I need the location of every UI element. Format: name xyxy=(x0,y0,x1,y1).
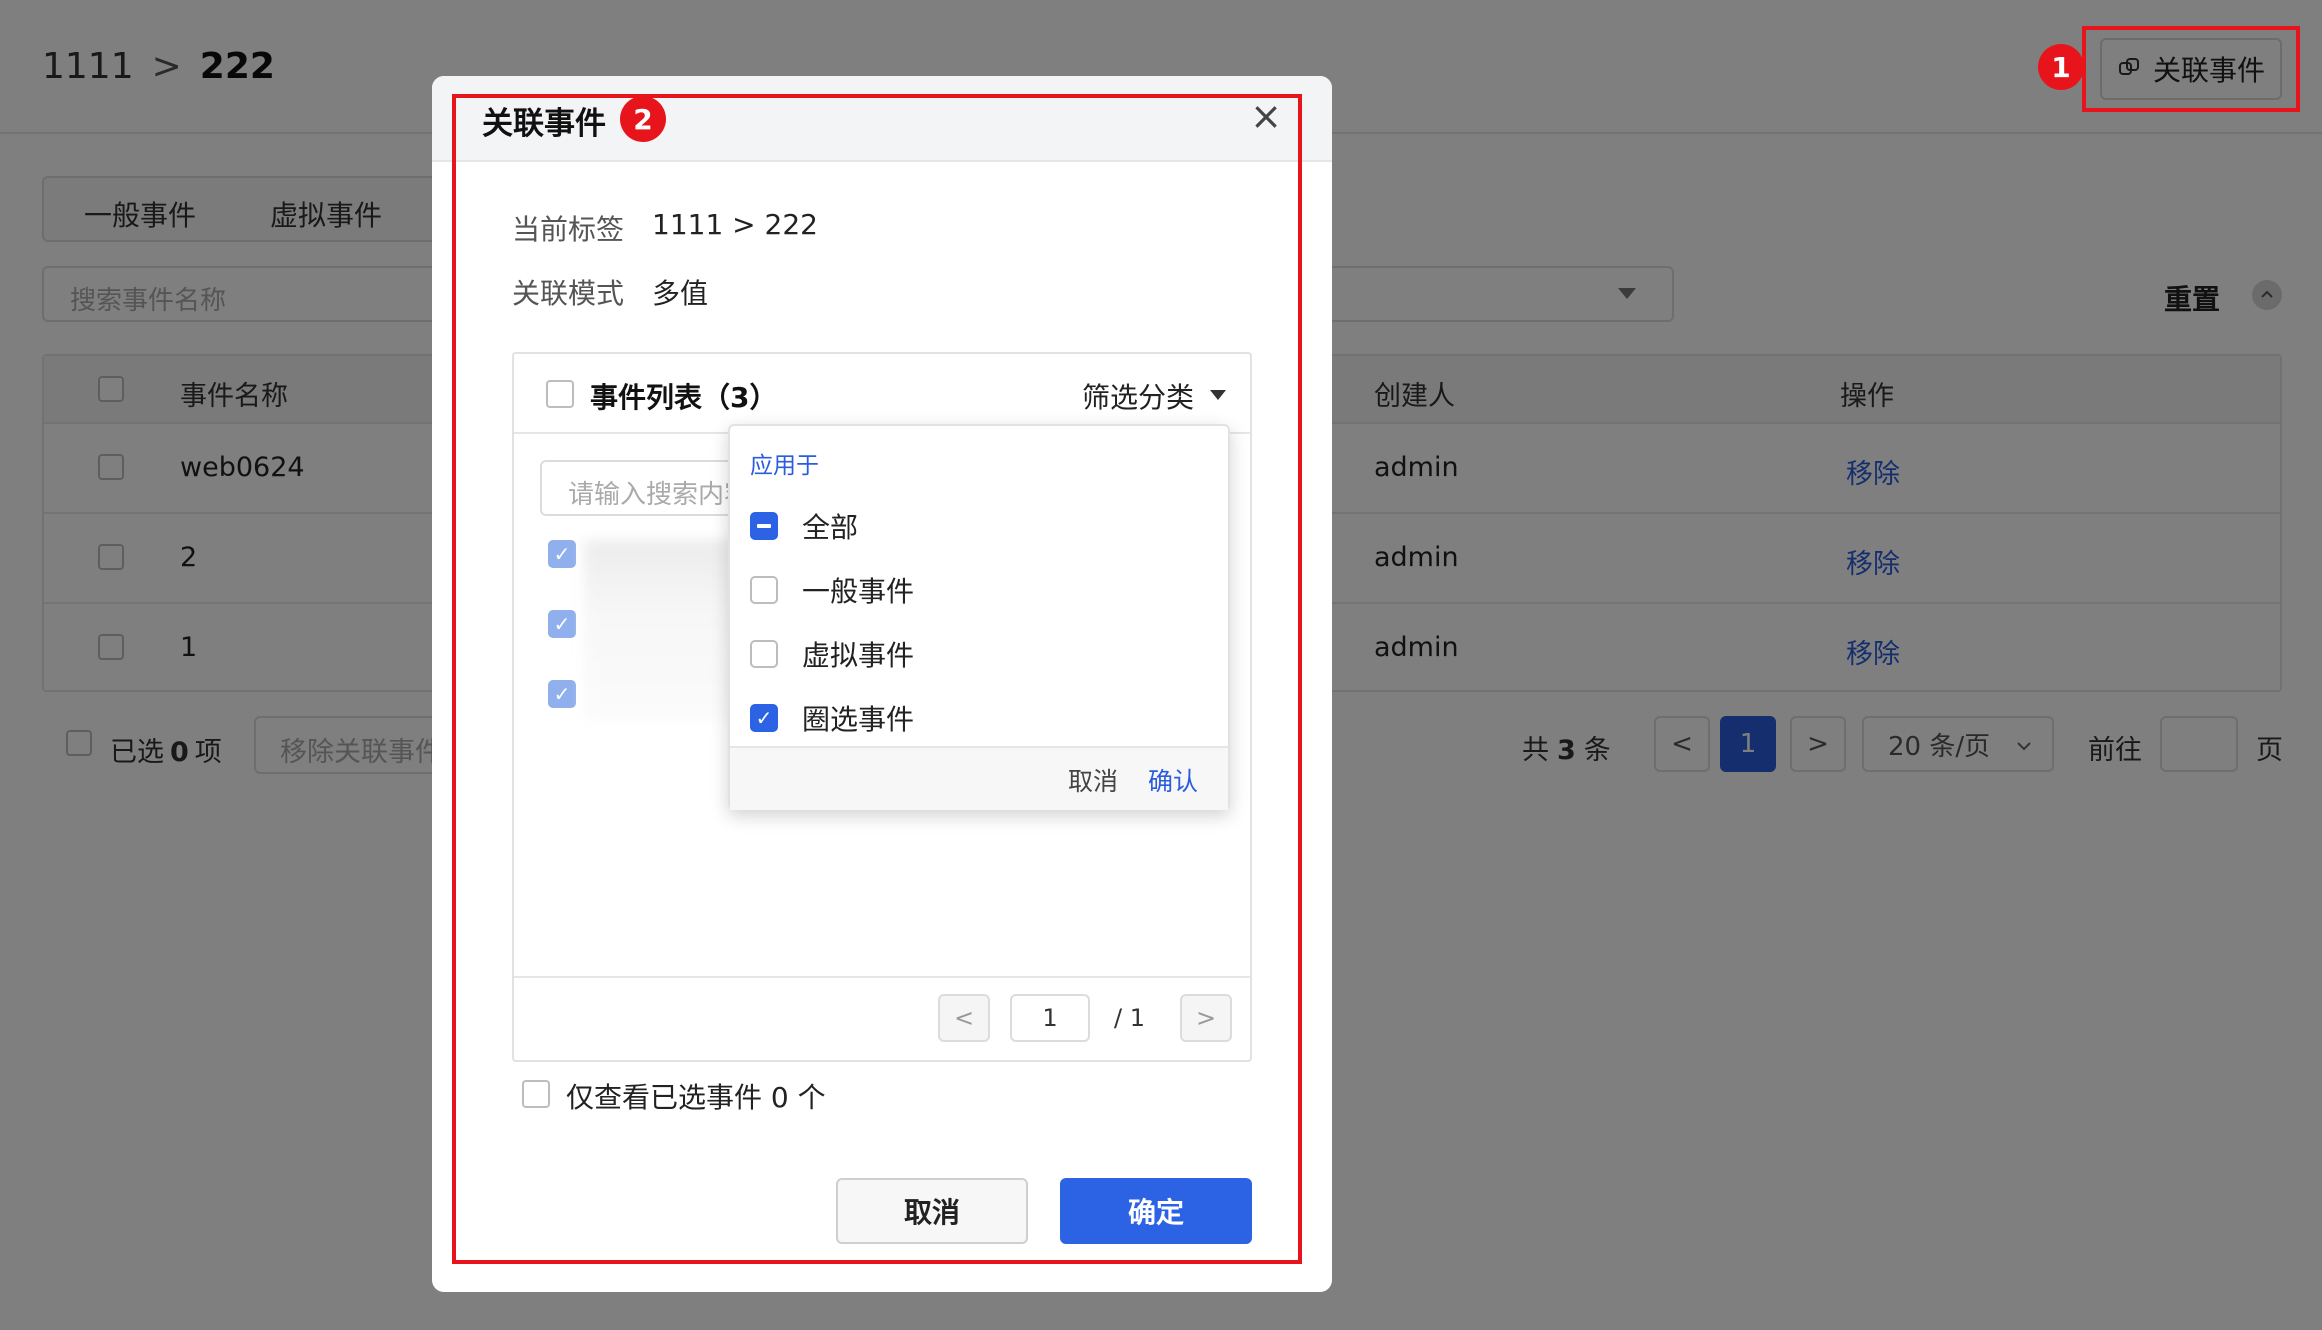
annotation-badge-2: 2 xyxy=(620,96,666,142)
unchecked-checkbox[interactable] xyxy=(750,576,778,604)
dropdown-option-circled[interactable]: ✓ 圈选事件 xyxy=(750,698,914,738)
dropdown-option-label: 虚拟事件 xyxy=(802,639,915,672)
dropdown-group-label: 应用于 xyxy=(750,453,819,479)
indeterminate-checkbox[interactable] xyxy=(750,512,778,540)
dropdown-footer: 取消 确认 xyxy=(730,746,1228,810)
unchecked-checkbox[interactable] xyxy=(750,640,778,668)
dropdown-option-virtual[interactable]: 虚拟事件 xyxy=(750,634,914,674)
dropdown-confirm-button[interactable]: 确认 xyxy=(1148,762,1198,798)
annotation-badge-1: 1 xyxy=(2038,44,2084,90)
checked-checkbox[interactable]: ✓ xyxy=(750,704,778,732)
dropdown-option-label: 圈选事件 xyxy=(802,703,915,736)
dropdown-option-general[interactable]: 一般事件 xyxy=(750,570,914,610)
filter-category-dropdown: 应用于 全部 一般事件 虚拟事件 ✓ 圈选事件 取消 确认 xyxy=(728,424,1230,810)
highlight-box-1 xyxy=(2082,26,2300,112)
dropdown-option-all[interactable]: 全部 xyxy=(750,506,858,546)
dropdown-cancel-button[interactable]: 取消 xyxy=(1068,762,1118,798)
dropdown-option-label: 一般事件 xyxy=(802,575,915,608)
dropdown-option-label: 全部 xyxy=(802,511,859,544)
